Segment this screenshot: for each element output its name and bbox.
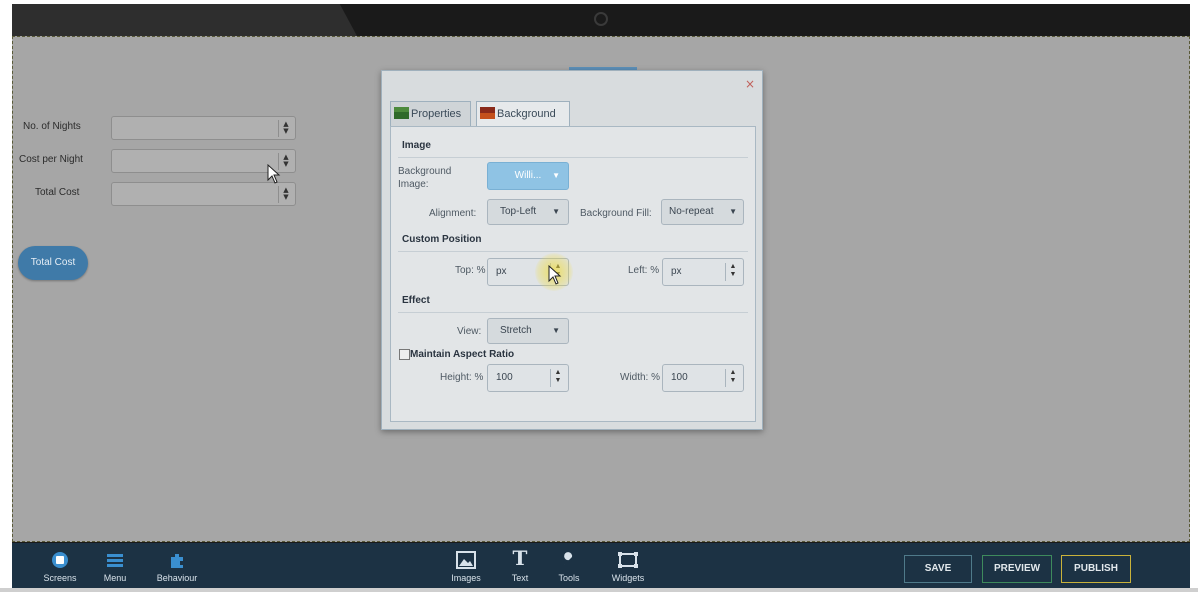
divider [398,312,748,313]
bg-image-dropdown[interactable]: Willi... ▼ [487,162,569,190]
text-tool[interactable]: T Text [506,543,534,592]
maintain-aspect-label: Maintain Aspect Ratio [410,349,515,360]
screens-tool[interactable]: Screens [38,543,82,592]
view-value: Stretch [500,325,532,336]
behaviour-tool[interactable]: Behaviour [150,543,204,592]
alignment-dropdown[interactable]: Top-Left ▼ [487,199,569,225]
stepper-arrows-icon[interactable]: ▲▼ [278,120,293,137]
left-label: Left: % [628,265,660,276]
left-value: px [671,266,682,277]
top-value: px [496,266,507,277]
behaviour-label: Behaviour [156,573,198,583]
bg-image-label: Background Image: [398,166,452,190]
bg-fill-value: No-repeat [669,206,714,217]
background-panel: Image Background Image: Willi... ▼ Align… [390,126,756,422]
nights-label: No. of Nights [23,121,81,132]
effect-heading: Effect [402,295,430,306]
background-tab-icon [480,107,495,119]
width-stepper[interactable]: 100 ▲ ▼ [662,364,744,392]
tools-tool[interactable]: Tools [553,543,585,592]
left-stepper[interactable]: px ▲ ▼ [662,258,744,286]
top-bar-shape [12,4,357,36]
bottom-strip [0,588,1198,592]
camera-icon [594,12,608,26]
chevron-down-icon: ▼ [729,207,737,216]
image-icon [456,551,476,569]
images-tool[interactable]: Images [446,543,486,592]
screens-label: Screens [43,573,77,583]
widgets-tool[interactable]: Widgets [606,543,650,592]
width-value: 100 [671,372,688,383]
preview-button[interactable]: PREVIEW [982,555,1052,583]
cost-label: Cost per Night [19,154,83,165]
puzzle-icon [171,554,183,568]
text-label: Text [511,573,529,583]
wrench-icon [562,552,573,567]
stepper-arrows-icon[interactable]: ▲▼ [725,263,740,281]
screens-icon [52,552,68,568]
tab-background[interactable]: Background [476,101,570,127]
tab-properties-label: Properties [411,108,462,120]
top-label: Top: % [455,265,486,276]
mouse-cursor-icon [548,265,562,285]
widgets-label: Widgets [611,573,645,583]
nights-stepper[interactable]: ▲ ▼ [111,116,296,140]
chevron-down-icon: ▼ [552,326,560,335]
bg-fill-label: Background Fill: [580,208,652,219]
tools-label: Tools [558,573,580,583]
view-label: View: [457,326,482,337]
close-icon[interactable]: × [745,77,755,91]
divider [398,251,748,252]
height-value: 100 [496,372,513,383]
chevron-down-icon: ▼ [552,207,560,216]
alignment-label: Alignment: [429,208,477,219]
total-label: Total Cost [35,187,80,198]
maintain-aspect-checkbox[interactable] [399,349,410,360]
stepper-arrows-icon[interactable]: ▲▼ [725,369,740,387]
bg-fill-dropdown[interactable]: No-repeat ▼ [661,199,744,225]
bottom-toolbar: Screens Menu Behaviour Images T Text Too… [12,543,1190,592]
save-button[interactable]: SAVE [904,555,972,583]
divider [398,157,748,158]
tab-background-label: Background [497,108,556,120]
hamburger-menu-icon [107,554,123,567]
tab-properties[interactable]: Properties [390,101,471,126]
stepper-arrows-icon[interactable]: ▲▼ [550,369,565,387]
alignment-value: Top-Left [500,206,537,217]
properties-tab-icon [394,107,409,119]
width-label: Width: % [620,372,661,383]
widgets-icon [618,552,638,568]
publish-button[interactable]: PUBLISH [1061,555,1131,583]
total-cost-button[interactable]: Total Cost [18,246,88,280]
menu-tool[interactable]: Menu [95,543,135,592]
mouse-cursor-icon [267,164,281,184]
image-section-heading: Image [402,140,431,151]
background-dialog: × Properties Background Image Background… [381,70,763,430]
stepper-arrows-icon[interactable]: ▲▼ [278,186,293,203]
images-label: Images [451,573,481,583]
custom-position-heading: Custom Position [402,234,482,245]
total-stepper[interactable]: ▲ ▼ [111,182,296,206]
view-dropdown[interactable]: Stretch ▼ [487,318,569,344]
height-label: Height: % [440,372,484,383]
bg-image-value: Willi... [514,170,542,181]
height-stepper[interactable]: 100 ▲ ▼ [487,364,569,392]
text-t-icon: T [512,546,528,570]
chevron-down-icon: ▼ [552,171,560,180]
menu-label: Menu [103,573,127,583]
